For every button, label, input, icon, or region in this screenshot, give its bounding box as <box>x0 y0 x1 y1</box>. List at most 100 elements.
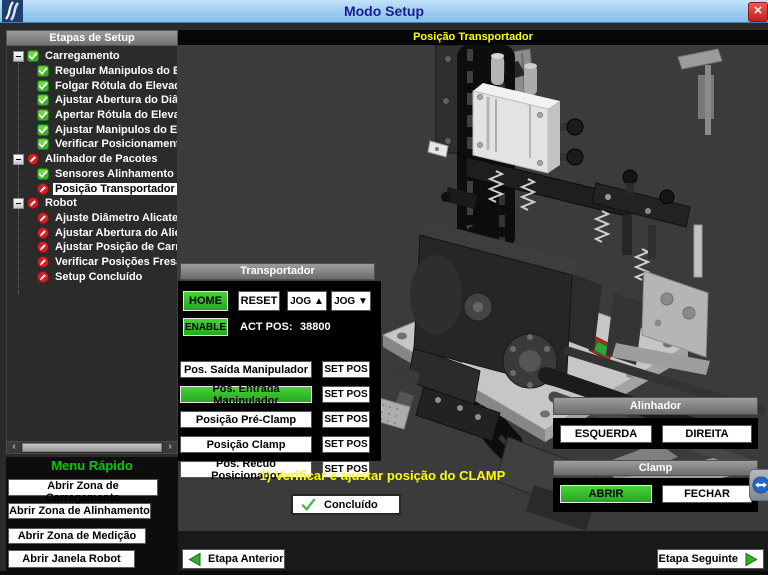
jog-up-button[interactable]: JOG ▲ <box>287 291 327 311</box>
tree-item[interactable]: Regular Manipulos do Elev <box>7 64 177 79</box>
set-pos-button[interactable]: SET POS <box>322 436 370 453</box>
tree-item[interactable]: Carregamento <box>7 49 177 64</box>
window-bottom-edge <box>0 571 768 575</box>
remote-control-tab[interactable] <box>749 469 768 501</box>
scroll-left-arrow-icon[interactable]: ‹ <box>7 442 21 453</box>
tree-item-label: Regular Manipulos do Elev <box>53 65 177 77</box>
etapa-anterior-button[interactable]: Etapa Anterior <box>182 549 285 569</box>
tree-item-label: Carregamento <box>43 50 122 62</box>
edit-pencil-icon <box>27 197 39 209</box>
etapa-seguinte-button[interactable]: Etapa Seguinte <box>657 549 764 569</box>
clamp-panel: Clamp ABRIR FECHAR <box>553 460 758 515</box>
alinhador-panel-body: ESQUERDA DIREITA <box>553 418 758 449</box>
tree-item-label: Ajustar Abertura do Alica <box>53 227 177 239</box>
step-title: Posição Transportador <box>178 30 768 45</box>
tree-item-label: Apertar Rótula do Elevad <box>53 109 177 121</box>
direita-button[interactable]: DIREITA <box>662 425 752 443</box>
collapse-toggle[interactable] <box>13 198 24 209</box>
tree-item[interactable]: Ajustar Abertura do Alica <box>7 225 177 240</box>
tree-item-label: Folgar Rótula do Elevador <box>53 80 177 92</box>
reset-button[interactable]: RESET <box>238 291 280 311</box>
set-pos-button[interactable]: SET POS <box>322 386 370 403</box>
position-row: Posição Pré-Clamp SET POS <box>178 411 381 428</box>
check-icon <box>37 124 49 136</box>
abrir-button[interactable]: ABRIR <box>560 485 652 503</box>
transportador-panel: Transportador HOME RESET JOG ▲ JOG ▼ ENA… <box>178 263 381 461</box>
window-title: Modo Setup <box>0 0 768 22</box>
check-icon <box>37 138 49 150</box>
remote-arrows-icon <box>752 476 768 494</box>
edit-pencil-icon <box>37 227 49 239</box>
done-button-label: Concluído <box>324 499 378 511</box>
tree-item[interactable]: Setup Concluído <box>7 269 177 284</box>
etapa-seguinte-label: Etapa Seguinte <box>659 553 738 565</box>
tree-item[interactable]: Alinhador de Pacotes <box>7 152 177 167</box>
setup-steps-header: Etapas de Setup <box>6 30 178 46</box>
position-row: Posição Clamp SET POS <box>178 436 381 453</box>
tree-item[interactable]: Ajustar Manipulos do Elev <box>7 122 177 137</box>
position-button[interactable]: Posição Clamp <box>180 436 312 453</box>
home-button[interactable]: HOME <box>183 291 228 311</box>
tree-item[interactable]: Ajuste Diâmetro Alicate <box>7 211 177 226</box>
clamp-panel-title: Clamp <box>553 460 758 476</box>
quick-menu-button[interactable]: Abrir Zona de Medição <box>8 528 146 544</box>
check-icon <box>37 80 49 92</box>
quick-menu-button[interactable]: Abrir Zona de Alinhamento <box>8 503 151 519</box>
check-icon <box>37 109 49 121</box>
alinhador-panel: Alinhador ESQUERDA DIREITA <box>553 397 758 452</box>
collapse-toggle[interactable] <box>13 154 24 165</box>
tree-item[interactable]: Ajustar Posição de Carre <box>7 240 177 255</box>
edit-pencil-icon <box>37 256 49 268</box>
check-icon <box>37 65 49 77</box>
tree-item[interactable]: Apertar Rótula do Elevad <box>7 108 177 123</box>
fechar-button[interactable]: FECHAR <box>662 485 752 503</box>
tree-item-label: Verificar Posições Fresa e <box>53 256 177 268</box>
enable-button[interactable]: ENABLE <box>183 318 228 336</box>
check-icon <box>301 497 316 512</box>
edit-pencil-icon <box>37 183 49 195</box>
done-button[interactable]: Concluído <box>291 494 401 515</box>
collapse-toggle[interactable] <box>13 51 24 62</box>
position-button[interactable]: Pos. Entrada Manipulador <box>180 386 312 403</box>
quick-menu-button[interactable]: Abrir Janela Robot <box>8 550 135 568</box>
setup-steps-tree: Carregamento Regular Manipulos do Elev Fol… <box>6 46 178 441</box>
tree-item[interactable]: Robot <box>7 196 177 211</box>
scrollbar-thumb[interactable] <box>22 443 162 452</box>
next-arrow-icon <box>744 552 759 567</box>
tree-item-label: Posição Transportador <box>53 183 177 195</box>
tree-item-label: Verificar Posicionamento <box>53 138 177 150</box>
position-button[interactable]: Pos. Saída Manipulador <box>180 361 312 378</box>
tree-item[interactable]: Folgar Rótula do Elevador <box>7 78 177 93</box>
set-pos-button[interactable]: SET POS <box>322 361 370 378</box>
clamp-panel-body: ABRIR FECHAR <box>553 478 758 512</box>
edit-pencil-icon <box>37 271 49 283</box>
check-icon <box>37 94 49 106</box>
jog-down-button[interactable]: JOG ▼ <box>331 291 371 311</box>
set-pos-button[interactable]: SET POS <box>322 411 370 428</box>
position-row: Pos. Entrada Manipulador SET POS <box>178 386 381 403</box>
tree-item[interactable]: Ajustar Abertura do Diâm <box>7 93 177 108</box>
transportador-panel-title: Transportador <box>180 263 375 280</box>
edit-pencil-icon <box>27 153 39 165</box>
minus-icon <box>16 159 21 160</box>
tree-horizontal-scrollbar[interactable]: ‹ › <box>6 441 178 454</box>
tree-item-label: Robot <box>43 197 79 209</box>
tree-item[interactable]: Posição Transportador <box>7 181 177 196</box>
quick-menu-button[interactable]: Abrir Zona de Carregamento <box>8 479 158 496</box>
close-button[interactable]: ✕ <box>748 2 768 22</box>
scroll-right-arrow-icon[interactable]: › <box>163 442 177 453</box>
tree-item-label: Alinhador de Pacotes <box>43 153 159 165</box>
transportador-panel-body: HOME RESET JOG ▲ JOG ▼ ENABLE ACT POS: 3… <box>178 281 381 461</box>
tree-item-label: Ajuste Diâmetro Alicate <box>53 212 177 224</box>
tree-item[interactable]: Verificar Posicionamento <box>7 137 177 152</box>
etapa-anterior-label: Etapa Anterior <box>208 553 283 565</box>
edit-pencil-icon <box>37 241 49 253</box>
minus-icon <box>16 56 21 57</box>
position-button[interactable]: Posição Pré-Clamp <box>180 411 312 428</box>
tree-item-label: Ajustar Posição de Carre <box>53 241 177 253</box>
tree-item-label: Sensores Alinhamento <box>53 168 176 180</box>
esquerda-button[interactable]: ESQUERDA <box>560 425 652 443</box>
tree-item[interactable]: Verificar Posições Fresa e <box>7 255 177 270</box>
tree-item-label: Setup Concluído <box>53 271 144 283</box>
tree-item[interactable]: Sensores Alinhamento <box>7 167 177 182</box>
